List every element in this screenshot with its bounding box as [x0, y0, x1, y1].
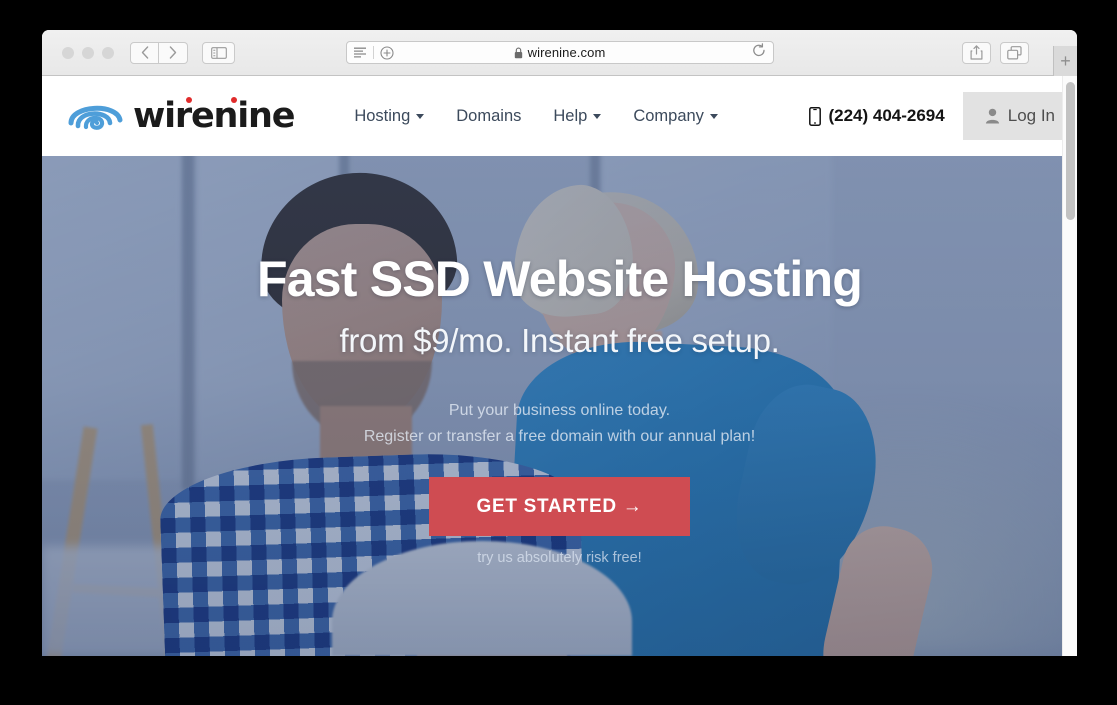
chevron-down-icon: [416, 114, 424, 119]
chevron-right-icon: [169, 46, 177, 59]
nav-item-hosting[interactable]: Hosting: [354, 107, 424, 126]
window-close-button[interactable]: [62, 47, 74, 59]
user-icon: [985, 108, 1000, 124]
phone-number[interactable]: (224) 404-2694: [809, 106, 944, 126]
browser-window: wirenine.com: [42, 30, 1077, 656]
show-tabs-icon: [1007, 46, 1022, 60]
page-scrollbar[interactable]: [1062, 76, 1077, 656]
nav-item-help[interactable]: Help: [553, 107, 601, 126]
window-traffic-lights: [62, 47, 114, 59]
toolbar-right-controls: [962, 42, 1029, 64]
site-header: wirenine Hosting Domains Help: [42, 76, 1077, 156]
hero-description-line1: Put your business online today.: [364, 398, 755, 424]
reload-button[interactable]: [752, 43, 766, 63]
wirenine-eye-icon: [68, 96, 124, 136]
address-divider: [373, 46, 374, 59]
hero-description: Put your business online today. Register…: [364, 398, 755, 451]
nav-label-hosting: Hosting: [354, 107, 410, 126]
address-field[interactable]: wirenine.com: [346, 41, 774, 64]
address-bar[interactable]: wirenine.com: [346, 41, 774, 64]
forward-button[interactable]: [159, 42, 188, 64]
zoom-plus-icon[interactable]: [380, 46, 394, 60]
chevron-down-icon: [710, 114, 718, 119]
cta-note: try us absolutely risk free!: [477, 550, 641, 566]
nav-label-domains: Domains: [456, 107, 521, 126]
back-button[interactable]: [130, 42, 159, 64]
nav-item-domains[interactable]: Domains: [456, 107, 521, 126]
window-zoom-button[interactable]: [102, 47, 114, 59]
site-logo-text: wirenine: [133, 99, 294, 134]
sidebar-icon: [211, 47, 227, 59]
site-logo[interactable]: wirenine: [68, 96, 294, 136]
chevron-down-icon: [593, 114, 601, 119]
hero-content: Fast SSD Website Hosting from $9/mo. Ins…: [42, 156, 1077, 656]
reader-view-icon[interactable]: [353, 47, 367, 58]
share-button[interactable]: [962, 42, 991, 64]
get-started-button[interactable]: GET STARTED →: [429, 477, 689, 536]
header-right: (224) 404-2694 Log In: [809, 76, 1077, 156]
nav-buttons: [130, 42, 188, 64]
address-url-area: wirenine.com: [514, 45, 606, 60]
nav-label-help: Help: [553, 107, 587, 126]
nav-item-company[interactable]: Company: [633, 107, 718, 126]
login-button[interactable]: Log In: [963, 92, 1077, 140]
chevron-left-icon: [141, 46, 149, 59]
hero-description-line2: Register or transfer a free domain with …: [364, 424, 755, 450]
phone-number-text: (224) 404-2694: [828, 106, 944, 126]
address-left-controls: [353, 46, 394, 60]
main-navigation: Hosting Domains Help Company: [354, 107, 718, 126]
page-scrollbar-thumb[interactable]: [1066, 82, 1075, 220]
new-tab-button[interactable]: +: [1053, 46, 1077, 76]
hero-subheadline: from $9/mo. Instant free setup.: [339, 322, 779, 360]
login-button-label: Log In: [1008, 106, 1055, 126]
address-url-text: wirenine.com: [528, 45, 606, 60]
logo-dot-i1: [186, 97, 192, 103]
browser-toolbar: wirenine.com: [42, 30, 1077, 76]
window-minimize-button[interactable]: [82, 47, 94, 59]
hero-section: Fast SSD Website Hosting from $9/mo. Ins…: [42, 156, 1077, 656]
nav-label-company: Company: [633, 107, 704, 126]
logo-dot-i2: [231, 97, 237, 103]
web-page: wirenine Hosting Domains Help: [42, 76, 1077, 656]
show-tabs-button[interactable]: [1000, 42, 1029, 64]
share-icon: [970, 45, 983, 60]
sidebar-button[interactable]: [202, 42, 235, 64]
hero-headline: Fast SSD Website Hosting: [257, 253, 862, 306]
mobile-phone-icon: [809, 107, 821, 126]
reload-icon: [752, 43, 766, 58]
logo-wordmark: wirenine: [133, 96, 294, 136]
lock-icon: [514, 47, 523, 59]
